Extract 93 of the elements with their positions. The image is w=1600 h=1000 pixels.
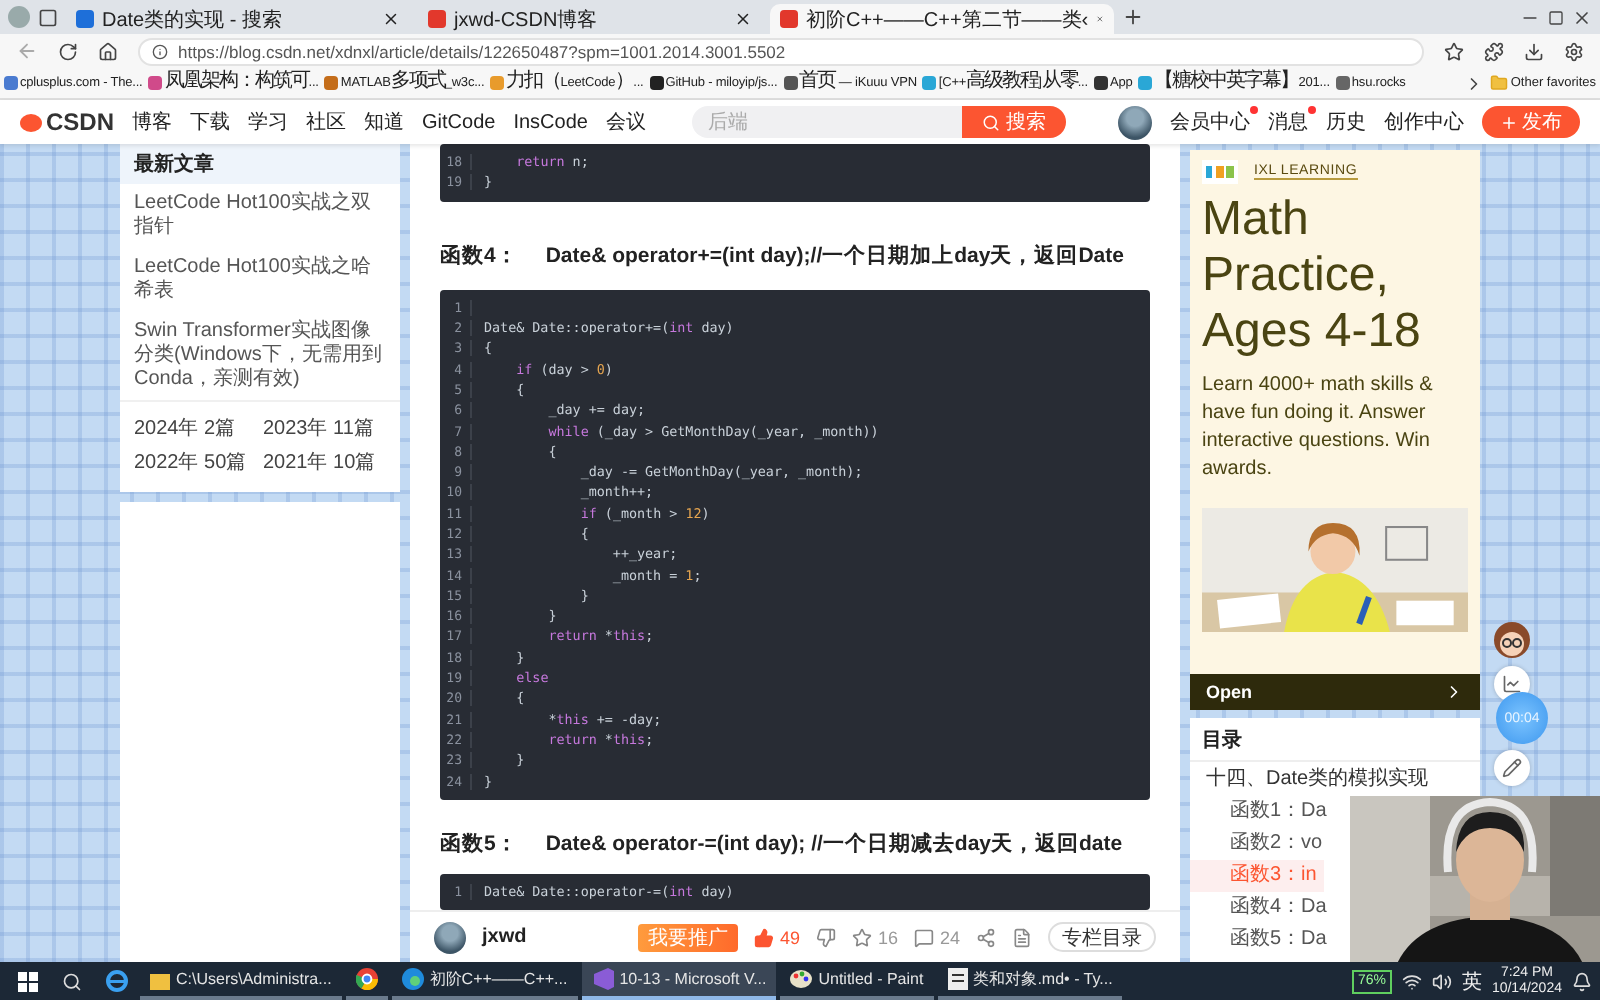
section-title: Date& operator+=(int day);//一个日期加上day天，返回Date [545, 241, 1124, 270]
archive-link[interactable]: 2023年 11篇 [263, 414, 386, 442]
download-icon[interactable] [1524, 41, 1544, 61]
nav-link[interactable]: 下载 [190, 108, 231, 136]
close-icon[interactable] [382, 10, 400, 28]
site-icon [783, 76, 798, 90]
extension-icon[interactable] [1484, 41, 1504, 61]
nav-link[interactable]: 知道 [364, 108, 405, 136]
site-icon [148, 76, 163, 90]
address-field[interactable]: https://blog.csdn.net/xdnxl/article/details/122650487?spm=1001.2014.3001.5502 [138, 37, 1424, 65]
nav-link[interactable]: 学习 [248, 108, 289, 136]
nav-link[interactable]: 会员中心 [1170, 108, 1250, 136]
plus-icon [1500, 113, 1518, 131]
share-icon[interactable] [976, 927, 996, 947]
home-icon[interactable] [98, 41, 118, 61]
folder-icon [150, 969, 170, 989]
search-icon [981, 113, 1000, 131]
nav-link[interactable]: InsCode [513, 111, 588, 133]
article-link[interactable]: LeetCode Hot100实战之双指针 [120, 184, 400, 248]
section-title: Date& operator-=(int day); //一个日期减去day天，返回date [545, 829, 1123, 858]
toc-item[interactable]: 十四、Date类的模拟实现 [1190, 762, 1445, 796]
notification-icon[interactable] [1572, 971, 1592, 991]
site-icon [428, 10, 446, 28]
speaker-icon[interactable] [1431, 971, 1452, 991]
taskbar-app[interactable]: Untitled - Paint [780, 962, 934, 1000]
site-icon [780, 10, 798, 28]
toc-heading: 目录 [1190, 724, 1480, 762]
taskbar-app[interactable] [345, 962, 388, 1000]
nav-link[interactable]: GitCode [422, 111, 496, 133]
ad-title: Math Practice, Ages 4-18 [1202, 192, 1423, 360]
new-tab-icon[interactable] [1122, 6, 1144, 28]
archive-link[interactable]: 2021年 10篇 [263, 448, 386, 476]
author-name[interactable]: jxwd [482, 926, 527, 948]
nav-link[interactable]: 会议 [605, 108, 646, 136]
taskbar-app[interactable]: C:\Users\Administra... [140, 962, 342, 1000]
open-button[interactable]: Open [1190, 674, 1480, 710]
palette-icon [790, 968, 813, 990]
nav-link[interactable]: 博客 [132, 108, 173, 136]
toc-item[interactable]: 函数5：Da [1190, 924, 1335, 956]
tab-actions-icon[interactable] [38, 7, 58, 27]
document-icon [947, 968, 968, 990]
close-icon[interactable] [734, 10, 752, 28]
toc-item[interactable]: 函数1：Da [1190, 796, 1335, 828]
site-icon [324, 76, 339, 90]
search-field[interactable]: 后端 [691, 106, 962, 138]
section-heading: 函数5： [440, 829, 518, 858]
site-icon [76, 10, 94, 28]
section-heading: 函数4： [440, 241, 518, 270]
toc-item[interactable]: 函数2：vo [1190, 828, 1331, 860]
browser-icon [401, 968, 424, 990]
nav-link[interactable]: 社区 [306, 108, 347, 136]
browser-tab[interactable]: Date类的实现 - 搜索 [66, 4, 410, 34]
toc-item[interactable]: 函数4：Da [1190, 892, 1335, 924]
refresh-icon[interactable] [58, 41, 78, 61]
input-method[interactable]: 英 [1461, 967, 1482, 995]
browser-tab[interactable]: 初阶C++——C++第二节——类‹ [770, 4, 1114, 34]
site-icon [1138, 76, 1153, 90]
dislike-icon[interactable] [815, 927, 836, 947]
card-heading: 最新文章 [120, 144, 400, 184]
taskbar-app[interactable]: 10-13 - Microsoft V... [581, 962, 777, 1000]
site-icon [4, 76, 18, 90]
close-icon[interactable] [1572, 7, 1592, 27]
logo-icon [1202, 160, 1238, 184]
favorite-icon[interactable] [1444, 41, 1464, 61]
ad-text: Learn 4000+ math skills & have fun doing it. Answer interactive questions. Win awards. [1202, 372, 1435, 484]
site-icon [1093, 76, 1108, 90]
folder-icon [1490, 74, 1509, 92]
wifi-icon[interactable] [1401, 971, 1422, 991]
article-link[interactable]: LeetCode Hot100实战之哈希表 [120, 248, 400, 312]
archive-link[interactable]: 2022年 50篇 [134, 448, 257, 476]
site-icon [1335, 76, 1350, 90]
browser-tab[interactable]: jxwd-CSDN博客 [418, 4, 762, 34]
taskbar-app[interactable]: 类和对象.md• - Ty... [937, 962, 1123, 1000]
avatar-icon[interactable] [1118, 105, 1152, 139]
browser-icon [355, 968, 378, 990]
catalog-button[interactable]: 专栏目录 [1048, 922, 1156, 952]
article-link[interactable]: Swin Transformer实战图像分类(Windows下，无需用到Conda，亲测有效) [120, 312, 400, 400]
nav-link[interactable]: 消息 [1268, 108, 1308, 136]
site-icon [649, 76, 664, 90]
nav-link[interactable]: 创作中心 [1384, 108, 1464, 136]
archive-link[interactable]: 2024年 2篇 [134, 414, 257, 442]
taskbar-app[interactable]: 初阶C++——C++... [391, 962, 578, 1000]
info-icon[interactable] [152, 43, 168, 59]
settings-icon[interactable] [1564, 41, 1584, 61]
mascot-drawing[interactable] [1492, 620, 1532, 660]
restore-icon[interactable] [1548, 9, 1564, 25]
code-editor-icon [591, 968, 614, 990]
site-logo[interactable]: CSDN [20, 108, 115, 136]
document-icon[interactable] [1012, 927, 1032, 947]
site-icon [490, 76, 505, 90]
site-icon [922, 76, 937, 90]
nav-link[interactable]: 历史 [1326, 108, 1366, 136]
avatar-icon[interactable] [434, 921, 466, 953]
